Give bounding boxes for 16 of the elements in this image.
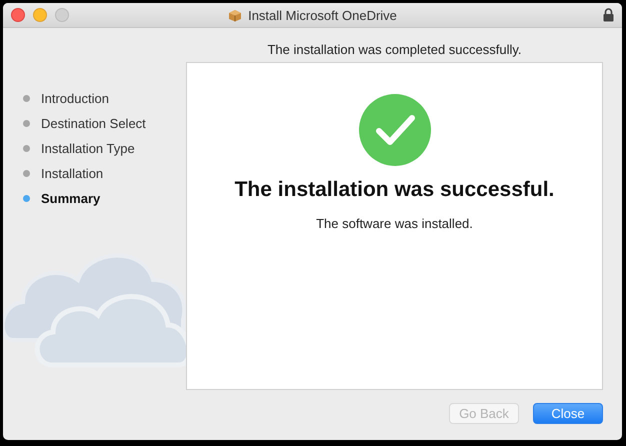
step-label: Summary (41, 191, 100, 206)
result-message: The software was installed. (316, 216, 473, 231)
close-button[interactable]: Close (533, 403, 603, 424)
checkmark-icon (358, 94, 430, 166)
header-text: The installation was completed successfully. (266, 41, 523, 59)
window-title: Install Microsoft OneDrive (248, 8, 397, 22)
result-title: The installation was successful. (234, 178, 554, 202)
package-icon (228, 8, 242, 22)
close-window-button[interactable] (11, 8, 25, 22)
step-label: Introduction (41, 91, 109, 106)
step-label: Installation (41, 166, 104, 181)
minimize-window-button[interactable] (33, 8, 47, 22)
step-label: Destination Select (41, 116, 146, 131)
lock-icon (603, 8, 614, 22)
zoom-window-button[interactable] (55, 8, 69, 22)
step-label: Installation Type (41, 141, 135, 156)
